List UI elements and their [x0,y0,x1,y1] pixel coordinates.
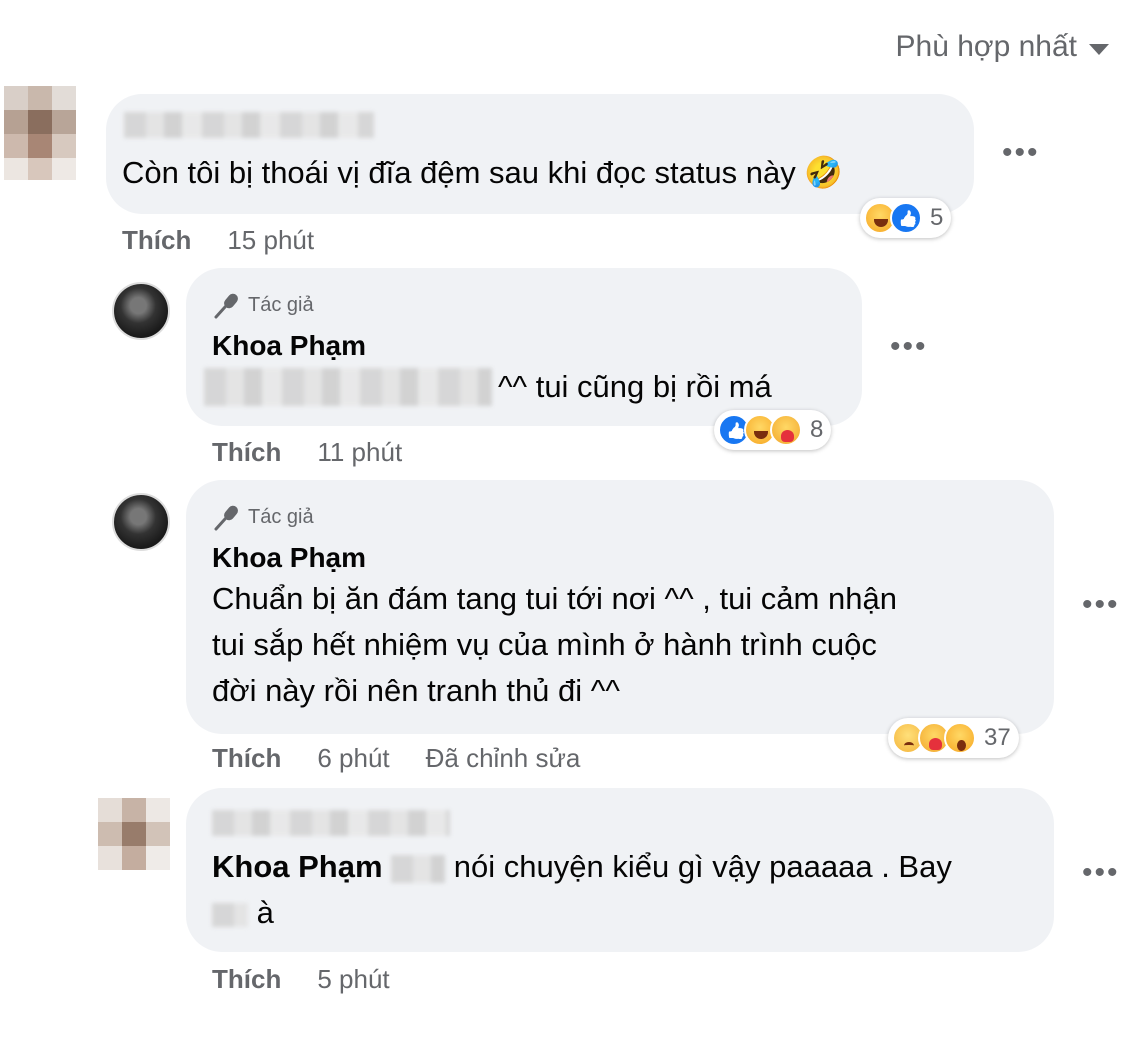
timestamp[interactable]: 6 phút [317,743,389,774]
comment-text: Còn tôi bị thoái vị đĩa đệm sau khi đọc … [122,155,843,190]
tagged-name-redacted [204,368,492,406]
comment-actions: Thích 15 phút [122,225,314,256]
caret-down-icon [1089,43,1109,55]
sort-label: Phù hợp nhất [895,30,1077,63]
reaction-summary[interactable]: 37 [888,718,1019,758]
wow-icon [944,722,976,754]
reaction-summary[interactable]: 8 [714,410,832,450]
commenter-name-redacted [212,810,450,836]
more-options-icon[interactable]: ••• [1082,858,1120,888]
reaction-count: 5 [930,204,944,231]
like-button[interactable]: Thích [122,225,191,256]
avatar[interactable] [98,798,170,870]
comment-bubble: Khoa Phạm nói chuyện kiểu gì vậy paaaaa … [186,788,1054,952]
mention-link[interactable]: Khoa Phạm [212,849,383,884]
comment-bubble: Tác giả Khoa Phạm Chuẩn bị ăn đám tang t… [186,480,1054,734]
comment-text-line: tui sắp hết nhiệm vụ của mình ở hành trì… [212,627,877,662]
comment-text-line: Chuẩn bị ăn đám tang tui tới nơi ^^ , tu… [212,581,897,616]
like-button[interactable]: Thích [212,964,281,995]
author-badge-label: Tác giả [248,505,314,528]
avatar[interactable] [112,282,170,340]
author-badge: Tác giả [212,290,314,320]
like-button[interactable]: Thích [212,437,281,468]
timestamp[interactable]: 11 phút [317,437,402,468]
author-badge: Tác giả [212,502,314,532]
comment-text: Khoa Phạm nói chuyện kiểu gì vậy paaaaa … [212,844,952,890]
comment-bubble: Tác giả Khoa Phạm ^^ tui cũng bị rồi má [186,268,862,426]
comment-bubble: Còn tôi bị thoái vị đĩa đệm sau khi đọc … [106,94,974,214]
timestamp[interactable]: 5 phút [317,964,389,995]
more-options-icon[interactable]: ••• [890,332,928,362]
comment-text-line: à [256,895,274,930]
more-options-icon[interactable]: ••• [1082,590,1120,620]
avatar-blurred-image [4,86,76,180]
word-redacted [212,902,248,927]
comment-text-line: nói chuyện kiểu gì vậy paaaaa . Bay [453,849,952,884]
mention-redacted [391,854,446,883]
author-badge-label: Tác giả [248,293,314,316]
more-options-icon[interactable]: ••• [1002,138,1040,168]
comment-actions: Thích 5 phút [212,964,390,995]
comment-text: ^^ tui cũng bị rồi má [498,369,772,404]
comment-text: à [212,890,274,936]
avatar-blurred-image [98,798,170,870]
avatar[interactable] [112,493,170,551]
commenter-name[interactable]: Khoa Phạm [212,542,366,574]
commenter-name-redacted [124,112,374,138]
care-icon [770,414,802,446]
microphone-icon [214,505,238,531]
comment-actions: Thích 6 phút Đã chỉnh sửa [212,743,580,774]
microphone-icon [214,293,238,319]
reaction-summary[interactable]: 5 [860,198,952,238]
reaction-count: 8 [810,416,824,443]
comment-actions: Thích 11 phút [212,437,402,468]
reaction-count: 37 [984,724,1011,751]
like-button[interactable]: Thích [212,743,281,774]
like-icon [890,202,922,234]
commenter-name[interactable]: Khoa Phạm [212,330,366,362]
edited-label[interactable]: Đã chỉnh sửa [426,743,581,774]
comment-text-line: đời này rồi nên tranh thủ đi ^^ [212,673,620,708]
avatar[interactable] [4,86,76,180]
timestamp[interactable]: 15 phút [227,225,314,256]
sort-dropdown[interactable]: Phù hợp nhất [896,30,1109,64]
